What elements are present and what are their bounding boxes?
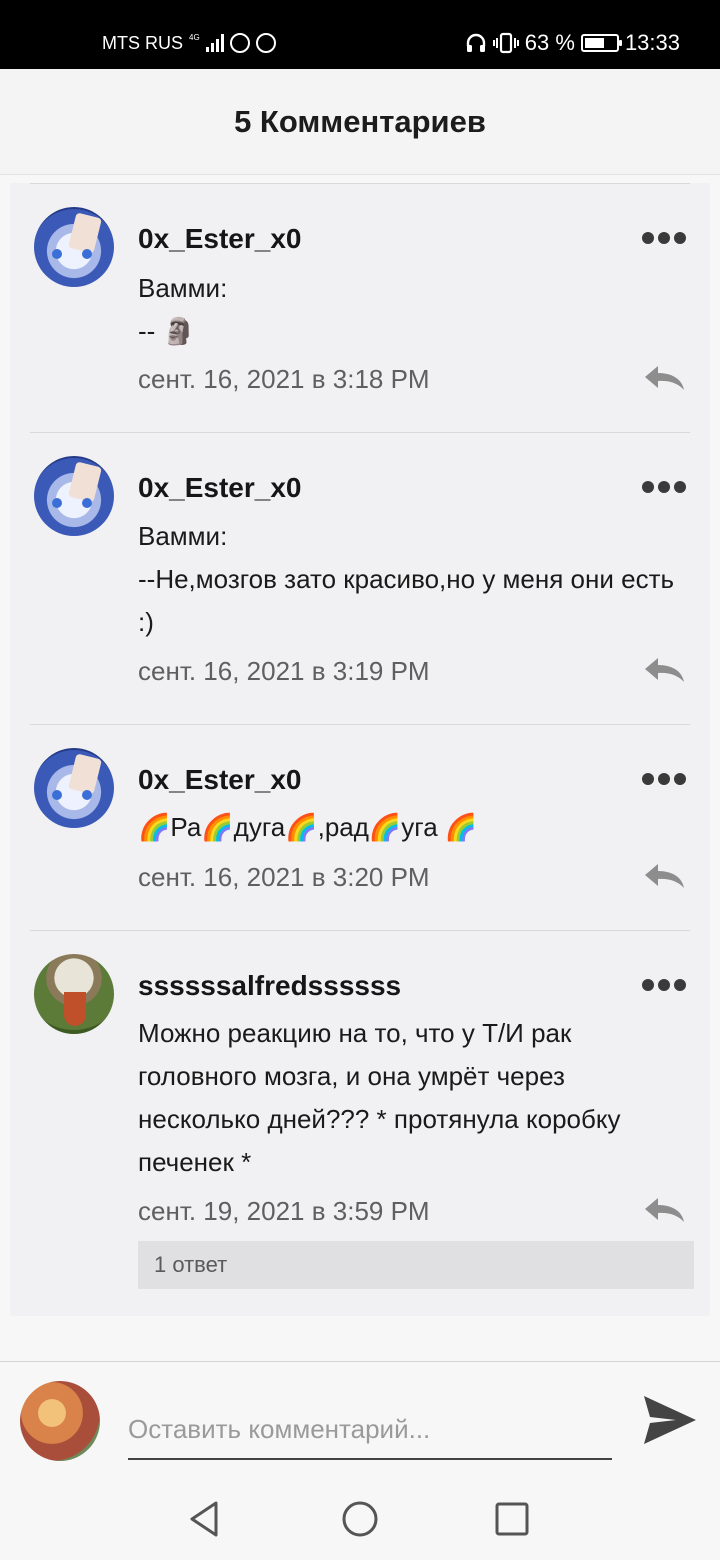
nav-back-icon[interactable] [186,1499,226,1539]
clock: 13:33 [624,30,680,55]
battery-percent: 63 % [524,30,575,55]
comment-author[interactable]: ssssssalfredssssss [138,970,401,1002]
nav-home-icon[interactable] [340,1499,380,1539]
comment-item: ssssssalfredssssss Можно реакцию на то, … [10,930,710,1316]
comment-date: сент. 16, 2021 в 3:20 PM [138,862,430,892]
status-bar: MTS RUS 4G 63 % 13:33 [0,0,720,69]
sync-icon [229,33,250,53]
more-dots-icon[interactable] [642,772,686,786]
comments-header: 5 Комментариев [0,69,720,175]
comment-item: 0x_Ester_x0 Вамми: -- 🗿 сент. 16, 2021 в… [10,183,710,432]
comment-author[interactable]: 0x_Ester_x0 [138,472,301,504]
carrier-label: MTS RUS [102,32,183,53]
avatar[interactable] [34,207,114,287]
vibrate-icon [492,32,519,54]
user-avatar [20,1381,100,1461]
comment-date: сент. 16, 2021 в 3:19 PM [138,656,430,686]
nav-recents-icon[interactable] [492,1499,532,1539]
reply-icon[interactable] [642,861,686,891]
more-dots-icon[interactable] [642,231,686,245]
avatar[interactable] [34,954,114,1034]
comment-text: Вамми: --Не,мозгов зато красиво,но у мен… [138,521,675,637]
avatar[interactable] [34,748,114,828]
headphones-icon [466,33,485,52]
send-icon[interactable] [640,1392,700,1448]
signal-icon [205,34,224,52]
comment-author[interactable]: 0x_Ester_x0 [138,764,301,796]
network-type: 4G [189,33,200,42]
comment-text: Можно реакцию на то, что у Т/И рак голов… [138,1018,621,1177]
system-nav-bar [0,1479,720,1560]
whatsapp-icon [255,33,276,53]
comment-date: сент. 16, 2021 в 3:18 PM [138,364,430,394]
comment-text: 🌈Ра🌈дуга🌈,рад🌈уга 🌈 [138,812,478,842]
comment-item: 0x_Ester_x0 🌈Ра🌈дуга🌈,рад🌈уга 🌈 сент. 16… [10,724,710,930]
reply-icon[interactable] [642,1195,686,1225]
comment-input[interactable] [128,1400,612,1460]
status-right: 63 % 13:33 [465,28,680,58]
comment-item: 0x_Ester_x0 Вамми: --Не,мозгов зато крас… [10,432,710,724]
more-dots-icon[interactable] [642,480,686,494]
comment-author[interactable]: 0x_Ester_x0 [138,223,301,255]
comment-composer [0,1361,720,1479]
reply-icon[interactable] [642,363,686,393]
more-dots-icon[interactable] [642,978,686,992]
reply-icon[interactable] [642,655,686,685]
battery-icon [580,34,622,52]
comment-date: сент. 19, 2021 в 3:59 PM [138,1196,430,1226]
page-title: 5 Комментариев [234,103,486,139]
comment-text: Вамми: -- 🗿 [138,273,228,346]
status-left: MTS RUS 4G [102,28,276,58]
view-replies-button[interactable]: 1 ответ [138,1241,694,1289]
avatar[interactable] [34,456,114,536]
comment-list[interactable]: 0x_Ester_x0 Вамми: -- 🗿 сент. 16, 2021 в… [10,183,710,1316]
